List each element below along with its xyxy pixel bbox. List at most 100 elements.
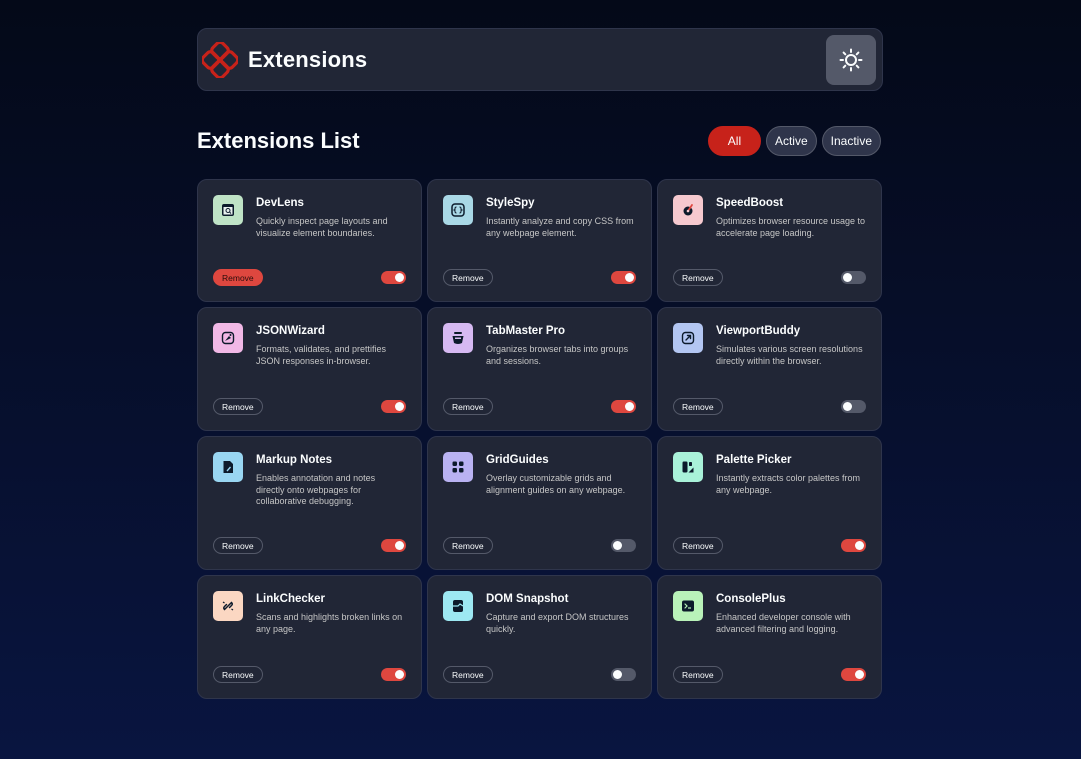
brand: Extensions: [202, 41, 368, 78]
extension-description: Instantly extracts color palettes from a…: [716, 473, 861, 495]
card-header: SpeedBoost Optimizes browser resource usa…: [673, 195, 866, 239]
remove-button[interactable]: Remove: [673, 537, 723, 554]
extension-name: DevLens: [256, 197, 304, 209]
card-actions: Remove: [673, 269, 866, 286]
page-title: Extensions List: [197, 128, 360, 153]
active-toggle[interactable]: [611, 539, 636, 552]
extension-icon-tile: [673, 591, 703, 621]
extension-card: GridGuides Overlay customizable grids and…: [427, 436, 652, 570]
active-toggle[interactable]: [381, 539, 406, 552]
active-toggle[interactable]: [381, 668, 406, 681]
extension-icon-tile: [673, 323, 703, 353]
card-header: ViewportBuddy Simulates various screen re…: [673, 323, 866, 367]
extension-info: DevLens Quickly inspect page layouts and …: [256, 195, 406, 239]
extension-description: Enhanced developer console with advanced…: [716, 612, 851, 634]
remove-button[interactable]: Remove: [213, 398, 263, 415]
active-toggle[interactable]: [841, 668, 866, 681]
domsnapshot-icon: [453, 600, 464, 612]
card-actions: Remove: [213, 666, 406, 683]
active-toggle[interactable]: [611, 271, 636, 284]
extensions-grid: DevLens Quickly inspect page layouts and …: [197, 179, 883, 699]
markupnotes-icon: [223, 461, 233, 473]
extension-card: Markup Notes Enables annotation and notes…: [197, 436, 422, 570]
extension-card: TabMaster Pro Organizes browser tabs into…: [427, 307, 652, 431]
card-actions: Remove: [213, 537, 406, 554]
extension-description: Simulates various screen resolutions dir…: [716, 344, 863, 366]
extension-name: ViewportBuddy: [716, 325, 801, 337]
extension-name: SpeedBoost: [716, 197, 784, 209]
card-header: DevLens Quickly inspect page layouts and …: [213, 195, 406, 239]
extension-description: Scans and highlights broken links on any…: [256, 612, 403, 634]
extension-name: JSONWizard: [256, 325, 325, 337]
extension-info: ConsolePlus Enhanced developer console wi…: [716, 591, 866, 635]
extension-info: Markup Notes Enables annotation and notes…: [256, 452, 406, 508]
extension-icon-tile: [443, 195, 473, 225]
active-toggle[interactable]: [611, 400, 636, 413]
card-header: Markup Notes Enables annotation and notes…: [213, 452, 406, 508]
extension-card: DOM Snapshot Capture and export DOM struc…: [427, 575, 652, 699]
extension-card: JSONWizard Formats, validates, and pretti…: [197, 307, 422, 431]
tabmaster-icon: [452, 332, 464, 344]
card-actions: Remove: [673, 398, 866, 415]
extension-card: StyleSpy Instantly analyze and copy CSS f…: [427, 179, 652, 302]
extension-info: TabMaster Pro Organizes browser tabs into…: [486, 323, 636, 367]
extension-info: LinkChecker Scans and highlights broken l…: [256, 591, 406, 635]
extension-description: Formats, validates, and prettifies JSON …: [256, 344, 387, 366]
linkchecker-icon: [222, 601, 234, 611]
remove-button[interactable]: Remove: [673, 269, 723, 286]
extension-description: Capture and export DOM structures quickl…: [486, 612, 629, 634]
extension-card: Palette Picker Instantly extracts color p…: [657, 436, 882, 570]
remove-button[interactable]: Remove: [213, 666, 263, 683]
speedboost-icon: [683, 204, 693, 216]
active-toggle[interactable]: [381, 400, 406, 413]
remove-button[interactable]: Remove: [673, 666, 723, 683]
remove-button[interactable]: Remove: [673, 398, 723, 415]
gridguides-icon: [452, 461, 464, 473]
remove-button[interactable]: Remove: [213, 537, 263, 554]
remove-button[interactable]: Remove: [443, 666, 493, 683]
extension-name: Palette Picker: [716, 454, 792, 466]
card-header: LinkChecker Scans and highlights broken l…: [213, 591, 406, 635]
app-container: Extensions Extensions List All Active In…: [197, 28, 883, 699]
extension-icon-tile: [213, 452, 243, 482]
active-toggle[interactable]: [611, 668, 636, 681]
extension-icon-tile: [443, 323, 473, 353]
card-header: DOM Snapshot Capture and export DOM struc…: [443, 591, 636, 635]
extension-icon-tile: [213, 591, 243, 621]
extension-info: StyleSpy Instantly analyze and copy CSS f…: [486, 195, 636, 239]
card-header: JSONWizard Formats, validates, and pretti…: [213, 323, 406, 367]
devlens-icon: [222, 204, 234, 216]
remove-button[interactable]: Remove: [443, 537, 493, 554]
active-toggle[interactable]: [841, 400, 866, 413]
extension-card: LinkChecker Scans and highlights broken l…: [197, 575, 422, 699]
extension-icon-tile: [213, 323, 243, 353]
extension-info: Palette Picker Instantly extracts color p…: [716, 452, 866, 496]
extension-description: Organizes browser tabs into groups and s…: [486, 344, 629, 366]
extension-card: ViewportBuddy Simulates various screen re…: [657, 307, 882, 431]
active-toggle[interactable]: [841, 271, 866, 284]
filter-active-button[interactable]: Active: [765, 126, 817, 156]
brand-name: Extensions: [248, 46, 368, 72]
card-actions: Remove: [673, 537, 866, 554]
active-toggle[interactable]: [841, 539, 866, 552]
extension-description: Quickly inspect page layouts and visuali…: [256, 216, 388, 238]
extension-info: DOM Snapshot Capture and export DOM struc…: [486, 591, 636, 635]
card-header: ConsolePlus Enhanced developer console wi…: [673, 591, 866, 635]
card-actions: Remove: [213, 398, 406, 415]
extension-card: SpeedBoost Optimizes browser resource usa…: [657, 179, 882, 302]
card-actions: Remove: [673, 666, 866, 683]
jsonwizard-icon: [221, 331, 235, 345]
extension-name: Markup Notes: [256, 454, 333, 466]
filter-group: All Active Inactive: [707, 126, 881, 156]
remove-button[interactable]: Remove: [213, 269, 263, 286]
extension-description: Optimizes browser resource usage to acce…: [716, 216, 866, 238]
filter-inactive-button[interactable]: Inactive: [821, 126, 881, 156]
remove-button[interactable]: Remove: [443, 269, 493, 286]
extension-name: StyleSpy: [486, 197, 535, 209]
active-toggle[interactable]: [381, 271, 406, 284]
filter-all-button[interactable]: All: [707, 126, 761, 156]
remove-button[interactable]: Remove: [443, 398, 493, 415]
extension-info: GridGuides Overlay customizable grids and…: [486, 452, 636, 496]
theme-toggle-button[interactable]: [826, 34, 876, 85]
extension-info: SpeedBoost Optimizes browser resource usa…: [716, 195, 866, 239]
